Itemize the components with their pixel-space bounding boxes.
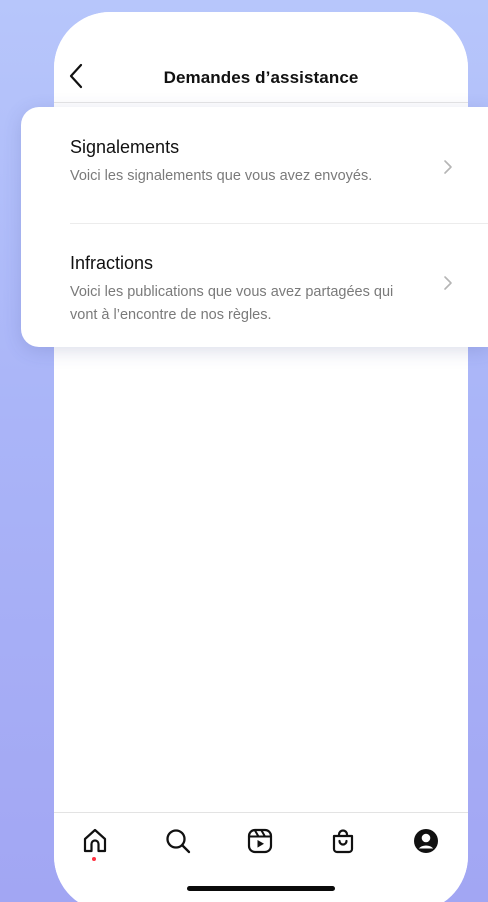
- home-notification-dot: [92, 857, 96, 861]
- shop-icon: [332, 829, 354, 854]
- navigation-header: Demandes d’assistance: [54, 12, 468, 103]
- page-title: Demandes d’assistance: [163, 68, 359, 87]
- chevron-right-icon: [444, 276, 452, 290]
- profile-icon: [414, 829, 438, 853]
- tab-reels[interactable]: [244, 825, 276, 857]
- support-requests-card: Signalements Voici les signalements que …: [21, 107, 488, 347]
- reels-icon: [247, 828, 273, 854]
- tab-shop[interactable]: [327, 825, 359, 857]
- tab-profile[interactable]: [410, 825, 442, 857]
- menu-item-infractions[interactable]: Infractions Voici les publications que v…: [21, 223, 488, 335]
- menu-item-description: Voici les publications que vous avez par…: [70, 284, 394, 323]
- home-icon: [83, 828, 107, 853]
- tab-home[interactable]: [79, 825, 111, 857]
- menu-item-description: Voici les signalements que vous avez env…: [70, 168, 373, 184]
- menu-item-title: Signalements: [70, 137, 180, 157]
- menu-item-title: Infractions: [70, 253, 154, 273]
- home-indicator: [187, 886, 335, 891]
- menu-item-signalements[interactable]: Signalements Voici les signalements que …: [21, 107, 488, 219]
- chevron-right-icon: [444, 160, 452, 174]
- search-icon: [166, 829, 191, 854]
- tab-search[interactable]: [162, 825, 194, 857]
